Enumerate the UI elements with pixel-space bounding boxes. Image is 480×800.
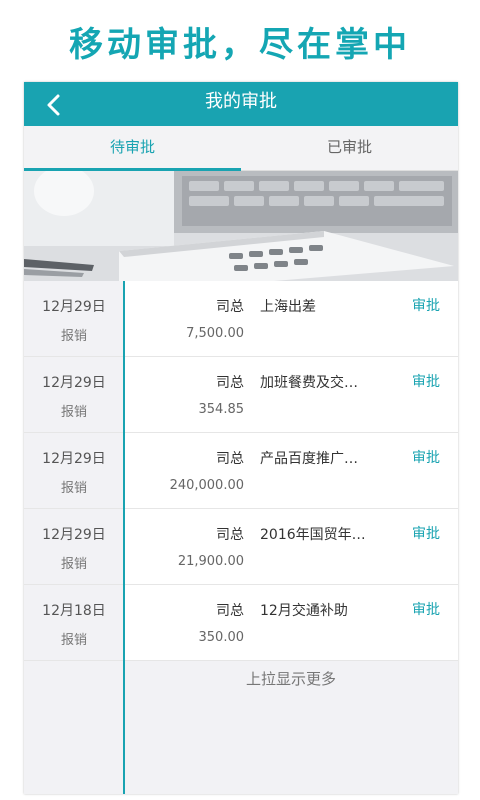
page-title: 我的审批 <box>205 91 277 112</box>
item-amount: 354.85 <box>198 402 245 417</box>
nav-bar: 我的审批 <box>24 82 458 126</box>
item-amount: 350.00 <box>198 630 245 645</box>
item-details: 司总 350.00 12月交通补助 审批 <box>126 585 458 660</box>
item-subject: 12月交通补助 <box>260 603 348 619</box>
item-category: 报销 <box>60 405 87 420</box>
item-category: 报销 <box>60 633 87 648</box>
item-details: 司总 7,500.00 上海出差 审批 <box>126 281 458 356</box>
date-column: 12月29日 报销 <box>24 281 124 356</box>
item-applicant: 司总 <box>216 299 244 315</box>
load-more-hint[interactable]: 上拉显示更多 <box>124 662 458 696</box>
approve-button[interactable]: 审批 <box>412 523 440 543</box>
item-applicant: 司总 <box>216 451 244 467</box>
item-details: 司总 354.85 加班餐费及交… 审批 <box>126 357 458 432</box>
item-date: 12月18日 <box>42 603 106 619</box>
list-item[interactable]: 12月29日 报销 司总 21,900.00 2016年国贸年… 审批 <box>24 509 458 585</box>
app-screen: 我的审批 待审批 已审批 12月29日 报销 司总 7,500.00 上海出差 … <box>24 82 458 794</box>
list-item[interactable]: 12月18日 报销 司总 350.00 12月交通补助 审批 <box>24 585 458 661</box>
approve-button[interactable]: 审批 <box>412 371 440 391</box>
tab-bar: 待审批 已审批 <box>24 126 458 171</box>
item-category: 报销 <box>60 557 87 572</box>
item-subject: 上海出差 <box>260 299 316 315</box>
promo-title: 移动审批，尽在掌中 <box>69 24 411 65</box>
item-subject: 产品百度推广… <box>260 451 358 467</box>
list-item[interactable]: 12月29日 报销 司总 354.85 加班餐费及交… 审批 <box>24 357 458 433</box>
item-category: 报销 <box>60 329 87 344</box>
item-category: 报销 <box>60 481 87 496</box>
tab-pending[interactable]: 待审批 <box>24 126 241 171</box>
item-details: 司总 21,900.00 2016年国贸年… 审批 <box>126 509 458 584</box>
approve-button[interactable]: 审批 <box>412 599 440 619</box>
item-subject: 加班餐费及交… <box>260 375 358 391</box>
item-applicant: 司总 <box>216 375 244 391</box>
item-amount: 21,900.00 <box>177 554 244 569</box>
date-column: 12月29日 报销 <box>24 357 124 432</box>
item-applicant: 司总 <box>216 603 244 619</box>
banner-image <box>24 171 458 281</box>
date-column: 12月29日 报销 <box>24 433 124 508</box>
item-date: 12月29日 <box>42 299 106 315</box>
date-column: 12月29日 报销 <box>24 509 124 584</box>
item-date: 12月29日 <box>42 451 106 467</box>
list-item[interactable]: 12月29日 报销 司总 7,500.00 上海出差 审批 <box>24 281 458 357</box>
item-date: 12月29日 <box>42 375 106 391</box>
item-subject: 2016年国贸年… <box>260 527 366 543</box>
approve-button[interactable]: 审批 <box>412 447 440 467</box>
office-desk-illustration <box>24 171 458 281</box>
approve-button[interactable]: 审批 <box>412 295 440 315</box>
item-applicant: 司总 <box>216 527 244 543</box>
approval-list: 12月29日 报销 司总 7,500.00 上海出差 审批 12月29日 报销 … <box>24 281 458 661</box>
item-date: 12月29日 <box>42 527 106 543</box>
item-amount: 7,500.00 <box>186 326 244 341</box>
item-amount: 240,000.00 <box>169 478 244 493</box>
tab-approved[interactable]: 已审批 <box>241 126 458 170</box>
item-details: 司总 240,000.00 产品百度推广… 审批 <box>126 433 458 508</box>
date-column: 12月18日 报销 <box>24 585 124 660</box>
list-item[interactable]: 12月29日 报销 司总 240,000.00 产品百度推广… 审批 <box>24 433 458 509</box>
timeline-divider <box>123 281 125 794</box>
